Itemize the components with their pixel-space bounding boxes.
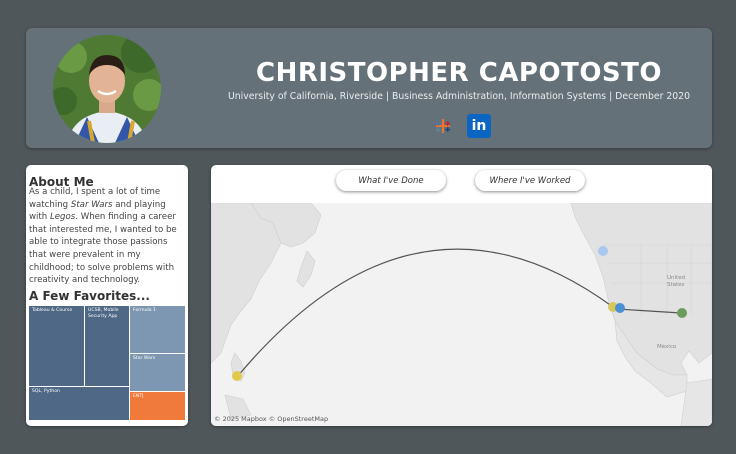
about-panel: About Me As a child, I spent a lot of ti… (26, 165, 188, 426)
favorite-tile[interactable]: UCSB, Mobile Security App (85, 306, 129, 386)
location-marker[interactable] (677, 308, 687, 318)
favorite-tile[interactable]: ENTJ (130, 392, 185, 420)
what-ive-done-button[interactable]: What I've Done (336, 170, 446, 191)
map-label-states: States (667, 282, 685, 288)
about-text: As a child, I spent a lot of time watchi… (29, 187, 177, 286)
location-marker[interactable] (598, 246, 608, 256)
world-map[interactable]: United States México © 2025 Mapbox © Ope… (211, 202, 712, 426)
map-attribution: © 2025 Mapbox © OpenStreetMap (214, 415, 329, 423)
location-marker[interactable] (615, 303, 625, 313)
profile-photo (53, 35, 161, 143)
experience-map-panel: What I've Done Where I've Worked United … (211, 165, 712, 426)
favorite-tile[interactable]: Formula 1 (130, 306, 185, 353)
favorites-treemap: Tableau & Course UCSB, Mobile Security A… (29, 306, 185, 420)
header-banner: CHRISTOPHER CAPOTOSTO University of Cali… (26, 28, 712, 148)
map-label-united: United (667, 275, 685, 281)
where-ive-worked-button[interactable]: Where I've Worked (475, 170, 585, 191)
profile-subtitle: University of California, Riverside | Bu… (227, 91, 691, 102)
profile-name: CHRISTOPHER CAPOTOSTO (255, 58, 662, 88)
favorite-tile[interactable]: SQL, Python (29, 387, 129, 420)
linkedin-icon[interactable]: in (467, 114, 491, 138)
favorite-tile[interactable]: Tableau & Course (29, 306, 84, 386)
map-label-mexico: México (657, 343, 677, 350)
location-marker[interactable] (232, 371, 242, 381)
favorite-tile[interactable]: Star Wars (130, 354, 185, 391)
tableau-icon[interactable] (431, 114, 455, 138)
favorites-title: A Few Favorites... (29, 289, 150, 303)
